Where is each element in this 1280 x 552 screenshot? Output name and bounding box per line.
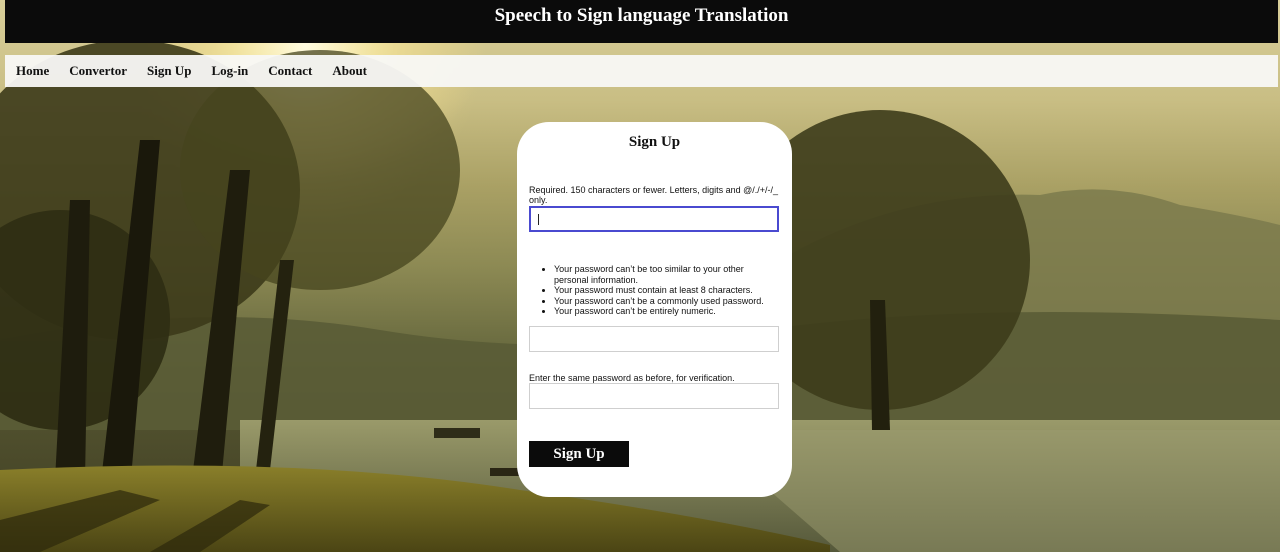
password-rule: Your password must contain at least 8 ch…	[554, 285, 779, 296]
password-rules-list: Your password can’t be too similar to yo…	[529, 264, 779, 317]
site-header: Speech to Sign language Translation	[5, 0, 1278, 43]
password-input[interactable]	[529, 326, 779, 352]
signup-form-card: Sign Up Required. 150 characters or fewe…	[517, 122, 792, 497]
nav-contact[interactable]: Contact	[268, 63, 312, 79]
nav-convertor[interactable]: Convertor	[69, 63, 127, 79]
username-help-text: Required. 150 characters or fewer. Lette…	[529, 185, 779, 205]
sign-up-button[interactable]: Sign Up	[529, 441, 629, 467]
main-nav: Home Convertor Sign Up Log-in Contact Ab…	[5, 55, 1278, 87]
confirm-password-help-text: Enter the same password as before, for v…	[529, 373, 735, 383]
confirm-password-input[interactable]	[529, 383, 779, 409]
text-caret	[538, 214, 539, 225]
password-rule: Your password can’t be too similar to yo…	[554, 264, 779, 285]
password-rule: Your password can’t be entirely numeric.	[554, 306, 779, 317]
password-rule: Your password can’t be a commonly used p…	[554, 296, 779, 307]
nav-log-in[interactable]: Log-in	[211, 63, 248, 79]
nav-about[interactable]: About	[332, 63, 367, 79]
nav-home[interactable]: Home	[16, 63, 49, 79]
nav-sign-up[interactable]: Sign Up	[147, 63, 191, 79]
form-title: Sign Up	[628, 134, 681, 150]
site-title: Speech to Sign language Translation	[494, 4, 789, 26]
username-input[interactable]	[529, 206, 779, 232]
